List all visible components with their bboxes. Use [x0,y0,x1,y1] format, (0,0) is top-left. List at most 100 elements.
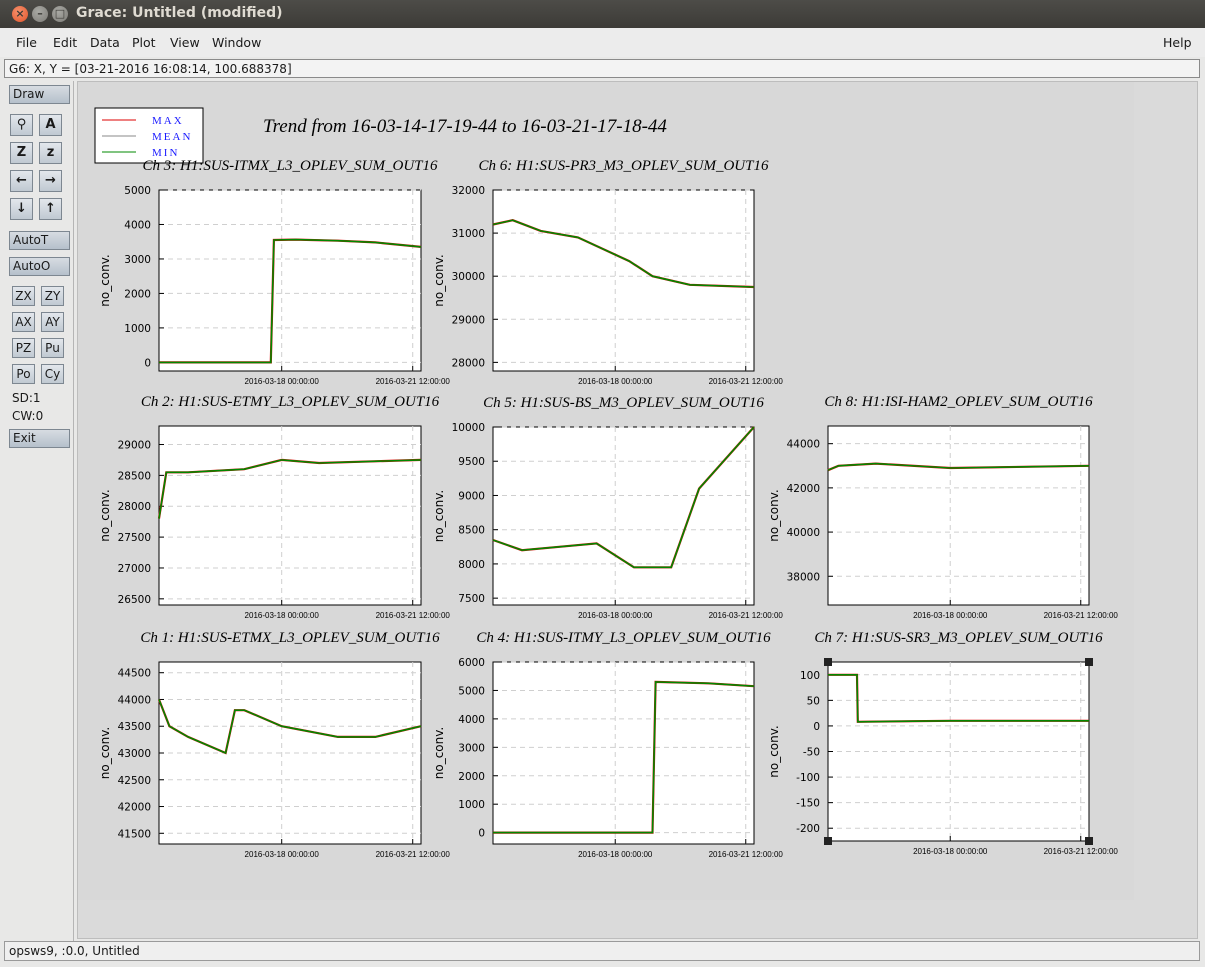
x-tick-label: 2016-03-18 00:00:00 [245,850,320,859]
text-icon[interactable]: A [39,114,62,136]
autot-button[interactable]: AutoT [9,231,70,250]
ax-button[interactable]: AX [12,312,35,332]
zx-button[interactable]: ZX [12,286,35,306]
draw-button[interactable]: Draw [9,85,70,104]
y-axis-label: no_conv. [767,725,781,777]
plot-frame [158,189,422,372]
y-tick-label: 0 [478,828,485,840]
y-tick-label: 43500 [118,721,151,733]
pz-button[interactable]: PZ [12,338,35,358]
y-tick-label: -150 [796,798,820,810]
y-axis-label: no_conv. [98,489,112,541]
y-tick-label: 27000 [118,563,151,575]
drawing-canvas[interactable]: Trend from 16-03-14-17-19-44 to 16-03-21… [77,81,1198,939]
x-tick-label: 2016-03-18 00:00:00 [578,850,653,859]
x-tick-label: 2016-03-18 00:00:00 [913,611,988,620]
maximize-icon[interactable]: □ [52,6,68,22]
y-tick-label: 28000 [118,501,151,513]
x-tick-label: 2016-03-18 00:00:00 [578,377,653,386]
menu-help[interactable]: Help [1163,35,1192,50]
locator-readout: G6: X, Y = [03-21-2016 16:08:14, 100.688… [4,59,1200,78]
y-tick-label: 5000 [124,185,151,197]
x-tick-label: 2016-03-21 12:00:00 [376,611,451,620]
y-tick-label: 5000 [458,685,485,697]
y-tick-label: 8000 [458,559,485,571]
panel-title: Ch 7: H1:SUS-SR3_M3_OPLEV_SUM_OUT16 [814,630,1103,646]
zoom-x-icon[interactable]: Z [10,142,33,164]
arrow-down-icon[interactable]: ↓ [10,198,33,220]
y-tick-label: 1000 [458,799,485,811]
y-tick-label: 26500 [118,594,151,606]
plot-frame [492,189,755,372]
x-tick-label: 2016-03-21 12:00:00 [709,377,784,386]
y-tick-label: 42000 [118,802,151,814]
plot-frame [827,425,1090,606]
y-tick-label: 43000 [118,748,151,760]
y-tick-label: 42000 [787,483,820,495]
x-tick-label: 2016-03-18 00:00:00 [245,377,320,386]
cy-button[interactable]: Cy [41,364,64,384]
selection-handle [824,837,832,845]
exit-button[interactable]: Exit [9,429,70,448]
plot-frame [492,426,755,606]
y-tick-label: -100 [796,772,820,784]
panel-title: Ch 8: H1:ISI-HAM2_OPLEV_SUM_OUT16 [824,394,1093,410]
x-tick-label: 2016-03-18 00:00:00 [578,611,653,620]
y-tick-label: 4000 [124,219,151,231]
autoo-button[interactable]: AutoO [9,257,70,276]
menu-window[interactable]: Window [212,35,261,50]
zoom-icon[interactable]: ⚲ [10,114,33,136]
menu-plot[interactable]: Plot [132,35,156,50]
menu-edit[interactable]: Edit [53,35,77,50]
y-tick-label: 31000 [452,228,485,240]
y-tick-label: 41500 [118,828,151,840]
y-axis-label: no_conv. [98,254,112,306]
y-tick-label: 4000 [458,714,485,726]
sd-readout: SD:1 [12,391,41,405]
plot-frame [492,661,755,845]
y-axis-label: no_conv. [432,254,446,306]
y-tick-label: 9500 [458,456,485,468]
y-tick-label: 32000 [452,185,485,197]
y-tick-label: 44000 [118,694,151,706]
title-bar: × – □ Grace: Untitled (modified) [0,0,1205,28]
y-tick-label: 29000 [452,314,485,326]
x-tick-label: 2016-03-21 12:00:00 [376,850,451,859]
y-tick-label: 8500 [458,525,485,537]
x-tick-label: 2016-03-21 12:00:00 [709,850,784,859]
y-tick-label: 27500 [118,532,151,544]
y-tick-label: 42500 [118,775,151,787]
close-icon[interactable]: × [12,6,28,22]
y-tick-label: 2000 [458,771,485,783]
legend-label: MAX [152,115,184,127]
ay-button[interactable]: AY [41,312,64,332]
y-tick-label: 28500 [118,470,151,482]
plot-page: Trend from 16-03-14-17-19-44 to 16-03-21… [78,82,1134,900]
y-axis-label: no_conv. [432,490,446,542]
y-tick-label: 7500 [458,593,485,605]
y-tick-label: 28000 [452,357,485,369]
panel-title: Ch 6: H1:SUS-PR3_M3_OPLEV_SUM_OUT16 [479,158,769,174]
y-tick-label: 50 [807,695,820,707]
y-tick-label: -200 [796,823,820,835]
y-axis-label: no_conv. [98,727,112,779]
arrow-right-icon[interactable]: → [39,170,62,192]
zy-button[interactable]: ZY [41,286,64,306]
plot-frame [158,425,422,606]
menu-view[interactable]: View [170,35,200,50]
arrow-left-icon[interactable]: ← [10,170,33,192]
menu-file[interactable]: File [16,35,37,50]
pu-button[interactable]: Pu [41,338,64,358]
plot-graphs[interactable]: Trend from 16-03-14-17-19-44 to 16-03-21… [78,82,1134,900]
arrow-up-icon[interactable]: ↑ [39,198,62,220]
zoom-y-icon[interactable]: z [39,142,62,164]
minimize-icon[interactable]: – [32,6,48,22]
selection-handle [1085,658,1093,666]
x-tick-label: 2016-03-18 00:00:00 [245,611,320,620]
menu-data[interactable]: Data [90,35,120,50]
y-tick-label: 44000 [787,439,820,451]
y-tick-label: 40000 [787,527,820,539]
panel-title: Ch 5: H1:SUS-BS_M3_OPLEV_SUM_OUT16 [483,395,764,411]
po-button[interactable]: Po [12,364,35,384]
x-tick-label: 2016-03-21 12:00:00 [709,611,784,620]
